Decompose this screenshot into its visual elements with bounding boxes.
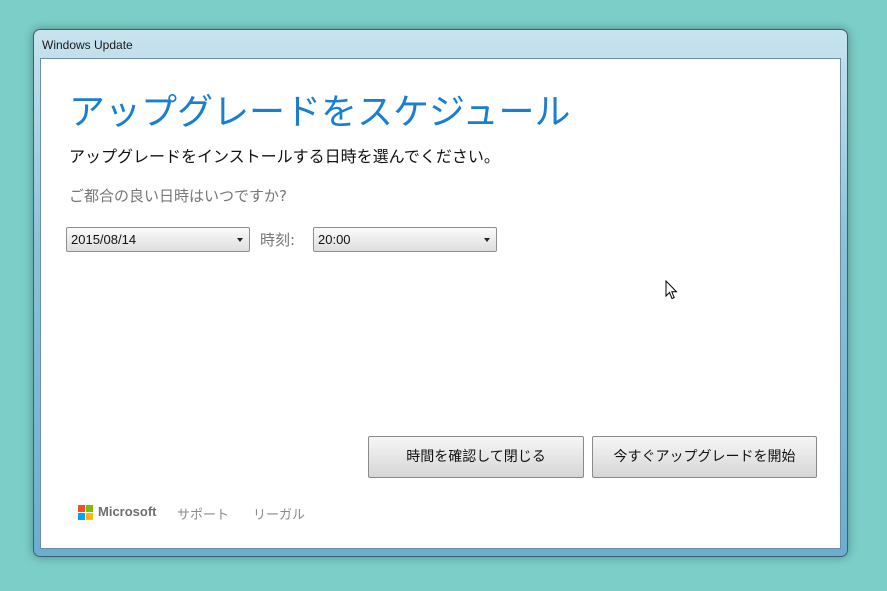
chevron-down-icon — [237, 238, 243, 242]
date-dropdown-value: 2015/08/14 — [71, 232, 137, 247]
confirm-and-close-button[interactable]: 時間を確認して閉じる — [368, 436, 584, 478]
dialog-content: アップグレードをスケジュール アップグレードをインストールする日時を選んでくださ… — [40, 58, 841, 549]
page-subtitle: アップグレードをインストールする日時を選んでください。 — [69, 147, 500, 166]
microsoft-logo-icon — [78, 505, 94, 521]
support-link[interactable]: サポート — [177, 504, 229, 523]
microsoft-brand: Microsoft — [98, 504, 157, 519]
mouse-pointer-icon — [665, 280, 678, 300]
time-dropdown-value: 20:00 — [318, 232, 351, 247]
window-title: Windows Update — [42, 38, 133, 52]
schedule-question: ご都合の良い日時はいつですか? — [69, 187, 287, 205]
chevron-down-icon — [484, 238, 490, 242]
app-window: Windows Update アップグレードをスケジュール アップグレードをイン… — [33, 29, 848, 557]
time-dropdown[interactable]: 20:00 — [313, 227, 497, 252]
time-label: 時刻: — [260, 231, 296, 249]
date-dropdown[interactable]: 2015/08/14 — [66, 227, 250, 252]
upgrade-now-button[interactable]: 今すぐアップグレードを開始 — [592, 436, 817, 478]
legal-link[interactable]: リーガル — [253, 504, 305, 523]
page-title: アップグレードをスケジュール — [69, 92, 571, 133]
